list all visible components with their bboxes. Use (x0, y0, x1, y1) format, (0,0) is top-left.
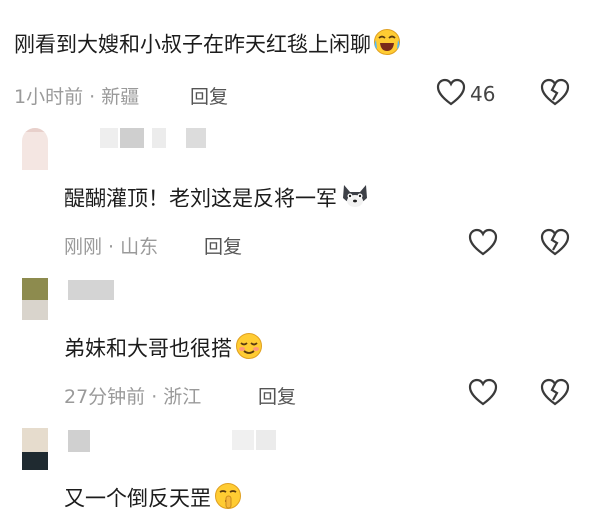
avatar[interactable] (22, 428, 48, 470)
username-pixelated (68, 430, 288, 452)
comment-meta: 1小时前 · 新疆 (14, 86, 140, 108)
broken-heart-icon[interactable] (540, 378, 570, 410)
comment-text-content: 醍醐灌顶！老刘这是反将一军 (64, 186, 337, 211)
dog-emoji-icon (339, 182, 371, 217)
username-pixelated (68, 280, 118, 300)
like-count: 46 (470, 82, 496, 106)
blushing-smile-emoji-icon (234, 332, 264, 367)
avatar[interactable] (22, 278, 48, 320)
comment-text-content: 又一个倒反天罡 (64, 486, 211, 511)
comment-text-content: 弟妹和大哥也很搭 (64, 336, 232, 361)
comment-text: 醍醐灌顶！老刘这是反将一军 (64, 182, 371, 217)
comment-meta: 27分钟前 · 浙江 (64, 386, 202, 408)
comment-text-content: 刚看到大嫂和小叔子在昨天红毯上闲聊 (14, 32, 371, 57)
shushing-emoji-icon (213, 482, 243, 517)
reply-button[interactable]: 回复 (204, 232, 242, 259)
reply-button[interactable]: 回复 (190, 82, 228, 109)
heart-icon[interactable] (436, 78, 466, 110)
comment-text: 刚看到大嫂和小叔子在昨天红毯上闲聊 (14, 28, 401, 63)
username-pixelated (100, 128, 210, 148)
crying-laughing-emoji-icon (373, 28, 401, 63)
comment-text: 又一个倒反天罡 (64, 482, 243, 517)
avatar[interactable] (22, 128, 48, 170)
comment-text: 弟妹和大哥也很搭 (64, 332, 264, 367)
heart-icon[interactable] (468, 378, 498, 410)
reply-button[interactable]: 回复 (258, 382, 296, 409)
broken-heart-icon[interactable] (540, 228, 570, 260)
broken-heart-icon[interactable] (540, 78, 570, 110)
heart-icon[interactable] (468, 228, 498, 260)
comment-meta: 刚刚 · 山东 (64, 236, 159, 258)
